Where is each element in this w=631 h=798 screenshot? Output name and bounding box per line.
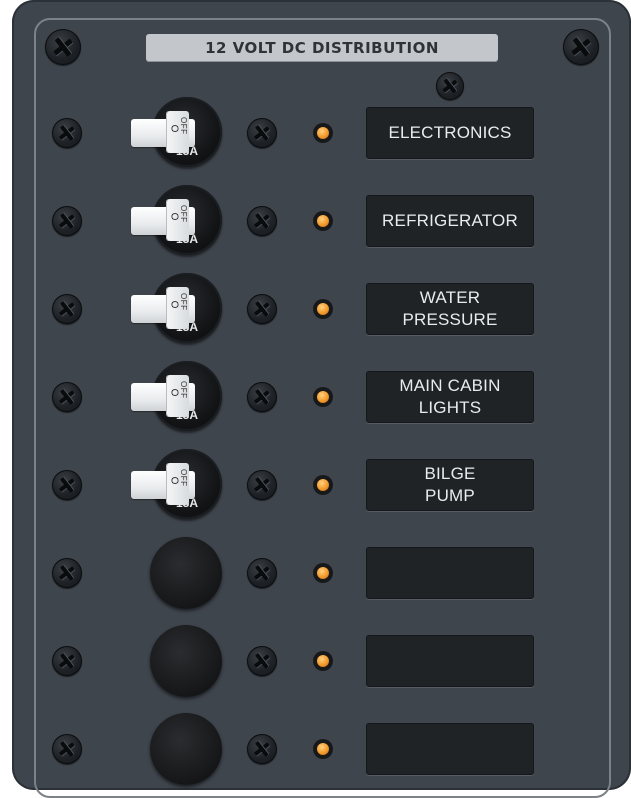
indicator-light-icon xyxy=(313,211,333,231)
circuit-label-plate: MAIN CABIN LIGHTS xyxy=(366,371,534,423)
breaker-toggle-switch[interactable]: OFF O xyxy=(131,199,195,241)
blank-breaker-cap xyxy=(150,625,222,697)
blank-breaker-cap xyxy=(150,713,222,785)
indicator-light-icon xyxy=(313,475,333,495)
indicator-light-icon xyxy=(313,123,333,143)
circuit-label-plate xyxy=(366,547,534,599)
circuit-label-line: WATER xyxy=(419,288,481,307)
breaker-screw-icon xyxy=(247,382,277,412)
mounting-screw-icon xyxy=(52,294,82,324)
switch-off-mark: O xyxy=(168,476,180,485)
corner-screw-icon-top-right xyxy=(563,29,599,65)
circuit-label-line: PRESSURE xyxy=(402,310,498,329)
breaker-screw-icon xyxy=(247,558,277,588)
circuit-label-line: BILGE xyxy=(424,464,476,483)
indicator-light-icon xyxy=(313,651,333,671)
breaker-screw-icon xyxy=(247,206,277,236)
circuit-label-plate: BILGE PUMP xyxy=(366,459,534,511)
breaker-toggle-switch[interactable]: OFF O xyxy=(131,287,195,329)
switch-off-mark: O xyxy=(168,212,180,221)
mounting-screw-icon xyxy=(52,470,82,500)
mounting-screw-icon xyxy=(52,206,82,236)
circuit-label-plate: WATER PRESSURE xyxy=(366,283,534,335)
circuit-label-plate: REFRIGERATOR xyxy=(366,195,534,247)
circuit-label-line: LIGHTS xyxy=(418,398,482,417)
circuit-label-line: ELECTRONICS xyxy=(388,123,512,142)
switch-off-label: OFF xyxy=(179,469,188,487)
panel-title-plate: 12 VOLT DC DISTRIBUTION xyxy=(146,34,498,62)
panel-title: 12 VOLT DC DISTRIBUTION xyxy=(205,39,439,57)
circuit-label-line: MAIN CABIN xyxy=(399,376,501,395)
corner-screw-icon-top-left xyxy=(45,29,81,65)
indicator-light-icon xyxy=(313,563,333,583)
switch-off-label: OFF xyxy=(179,293,188,311)
indicator-light-icon xyxy=(313,739,333,759)
breaker-screw-icon xyxy=(247,646,277,676)
mounting-screw-icon xyxy=(52,558,82,588)
breaker-toggle-switch[interactable]: OFF O xyxy=(131,111,195,153)
switch-off-mark: O xyxy=(168,300,180,309)
circuit-label-plate: ELECTRONICS xyxy=(366,107,534,159)
indicator-light-icon xyxy=(313,387,333,407)
circuit-label-plate xyxy=(366,635,534,687)
blank-breaker-cap xyxy=(150,537,222,609)
mounting-screw-icon xyxy=(52,646,82,676)
switch-off-label: OFF xyxy=(179,205,188,223)
breaker-toggle-switch[interactable]: OFF O xyxy=(131,463,195,505)
mounting-screw-icon xyxy=(52,382,82,412)
breaker-screw-icon xyxy=(247,118,277,148)
switch-off-label: OFF xyxy=(179,117,188,135)
circuit-label-line: PUMP xyxy=(425,486,475,505)
indicator-light-icon xyxy=(313,299,333,319)
mounting-screw-icon xyxy=(52,118,82,148)
breaker-screw-icon xyxy=(247,470,277,500)
switch-off-mark: O xyxy=(168,124,180,133)
ground-screw-icon xyxy=(436,72,464,100)
circuit-label-plate xyxy=(366,723,534,775)
switch-off-label: OFF xyxy=(179,381,188,399)
switch-off-mark: O xyxy=(168,388,180,397)
circuit-label-line: REFRIGERATOR xyxy=(382,211,518,230)
breaker-toggle-switch[interactable]: OFF O xyxy=(131,375,195,417)
breaker-screw-icon xyxy=(247,294,277,324)
